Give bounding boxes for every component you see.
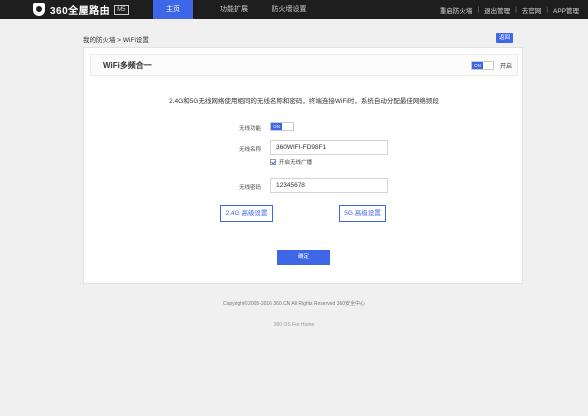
wireless-label: 无线功能 [239,126,262,132]
app-manage-link[interactable]: APP管理 [553,5,579,15]
brand-logo[interactable]: 360全屋路由 M5 [33,2,129,17]
official-site-link[interactable]: 去官网 [522,5,542,15]
page-title: WiFi多频合一 [103,61,152,70]
divider: | [546,6,548,13]
wifi-settings-card: WiFi多频合一 ON 开启 2.4G和5G无线网络使用相同的无线名称和密码，终… [83,47,523,284]
broadcast-checkbox-row[interactable]: 开启无线广播 [270,158,312,166]
divider: | [515,6,517,13]
brand-name: 360全屋路由 [50,6,111,17]
ssid-input[interactable]: 360WIFI-FD98F1 [270,140,388,155]
broadcast-checkbox[interactable] [270,159,276,165]
footer-link[interactable]: 360 OS For Home [0,322,588,328]
nav-tab-extensions[interactable]: 功能扩展 [209,0,259,19]
wireless-toggle[interactable]: ON [270,122,294,131]
toggle-state-label: 开启 [500,64,513,70]
password-label: 无线密码 [239,185,262,191]
wireless-toggle-on: ON [271,123,282,130]
description-text: 2.4G和5G无线网络使用相同的无线名称和密码，终端连接WiFi时，系统自动分配… [169,98,439,105]
nav-tab-firewall-settings[interactable]: 防火墙设置 [263,0,315,19]
toggle-on-label: ON [472,62,483,69]
model-badge: M5 [114,4,129,15]
confirm-button[interactable]: 确定 [277,250,330,265]
multiband-toggle[interactable]: ON [471,61,494,70]
divider: | [477,6,480,13]
shield-icon [33,3,45,16]
back-button[interactable]: 返回 [496,33,513,43]
top-right-links: 重启防火墙 | 退出管理 | 去官网 | APP管理 [440,0,579,19]
advanced-24g-button[interactable]: 2.4G 高级设置 [220,205,273,222]
breadcrumb[interactable]: 我的防火墙 > WiFi设置 [83,34,149,44]
broadcast-label: 开启无线广播 [279,160,313,166]
ssid-label: 无线名称 [239,147,262,153]
password-input[interactable]: 12345678 [270,178,388,193]
copyright-text: Copyright©2005-2016 360.CN All Rights Re… [222,301,366,307]
advanced-5g-button[interactable]: 5G 高级设置 [339,205,386,222]
logout-link[interactable]: 退出管理 [484,5,510,15]
card-header: WiFi多频合一 ON 开启 [90,54,518,76]
nav-tab-home[interactable]: 主页 [153,0,193,19]
top-nav-bar: 360全屋路由 M5 主页 功能扩展 防火墙设置 重启防火墙 | 退出管理 | … [0,0,588,19]
restart-firewall-link[interactable]: 重启防火墙 [440,5,473,15]
